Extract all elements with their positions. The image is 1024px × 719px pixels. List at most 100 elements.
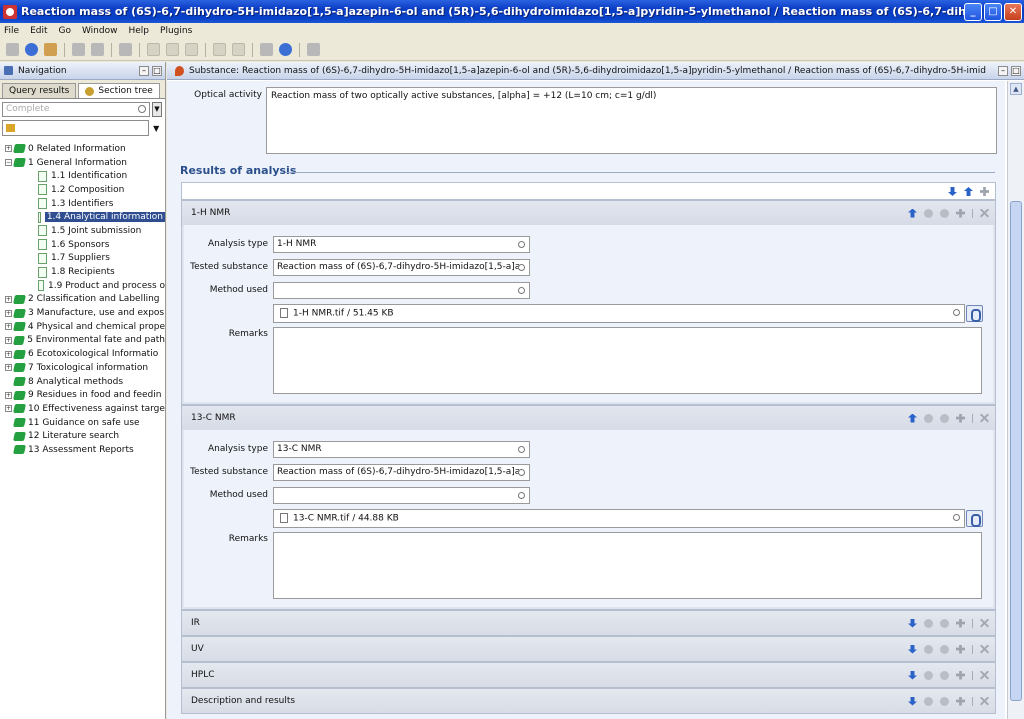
panel-description-and-results[interactable]: Description and results — [181, 688, 996, 714]
menu-window[interactable]: Window — [82, 26, 118, 36]
tree-item[interactable]: +7 Toxicological information — [0, 361, 165, 375]
tree-item[interactable]: +5 Environmental fate and path — [0, 334, 165, 348]
copy-icon[interactable] — [166, 43, 179, 56]
collapse-icon[interactable] — [908, 208, 917, 218]
maximize-panel-icon[interactable]: □ — [152, 65, 162, 76]
filter-dropdown-icon[interactable]: ▼ — [153, 124, 163, 133]
search-icon[interactable] — [518, 287, 525, 294]
remarks-field[interactable] — [273, 327, 982, 394]
expand-all-icon[interactable] — [948, 187, 957, 196]
expand-toggle-icon[interactable]: + — [5, 145, 12, 153]
save-icon[interactable] — [72, 43, 85, 56]
search-icon[interactable] — [518, 241, 525, 248]
search-dropdown-button[interactable]: ▼ — [152, 102, 162, 117]
tree-item[interactable]: +9 Residues in food and feedin — [0, 388, 165, 402]
document-icon[interactable] — [260, 43, 273, 56]
add-icon[interactable] — [956, 208, 965, 218]
menu-file[interactable]: File — [4, 26, 19, 36]
help-icon[interactable] — [279, 43, 292, 56]
tree-item[interactable]: 1.2 Composition — [0, 183, 165, 197]
tree-item[interactable]: 12 Literature search — [0, 429, 165, 443]
search-icon[interactable] — [518, 264, 525, 271]
move-down-icon[interactable] — [940, 670, 949, 680]
home-icon[interactable] — [44, 43, 57, 56]
tree-item[interactable]: +10 Effectiveness against targe — [0, 402, 165, 416]
tree-item[interactable]: +3 Manufacture, use and expos — [0, 306, 165, 320]
tree-item[interactable]: 8 Analytical methods — [0, 375, 165, 389]
attachment-field[interactable]: 1-H NMR.tif / 51.45 KB — [273, 304, 965, 323]
maximize-button[interactable]: □ — [984, 2, 1002, 21]
tree-item[interactable]: 1.8 Recipients — [0, 265, 165, 279]
move-up-icon[interactable] — [924, 413, 933, 423]
add-icon[interactable] — [956, 644, 965, 654]
tree-item[interactable]: − 1 General Information — [0, 156, 165, 170]
method-used-field[interactable] — [273, 487, 530, 504]
delete-icon[interactable] — [980, 670, 989, 680]
search-icon[interactable] — [953, 309, 960, 316]
maximize-editor-icon[interactable]: □ — [1011, 65, 1021, 76]
tree-item[interactable]: 1.5 Joint submission — [0, 224, 165, 238]
delete-icon[interactable] — [980, 696, 989, 706]
expand-toggle-icon[interactable]: + — [5, 350, 12, 358]
tree-item[interactable]: 1.3 Identifiers — [0, 197, 165, 211]
scrollbar-thumb[interactable] — [1010, 201, 1022, 701]
close-button[interactable]: ✕ — [1004, 2, 1022, 21]
expand-toggle-icon[interactable]: + — [5, 364, 12, 372]
search-icon[interactable] — [518, 492, 525, 499]
tree-item[interactable]: +4 Physical and chemical prope — [0, 320, 165, 334]
delete-icon[interactable] — [980, 618, 989, 628]
expand-toggle-icon[interactable]: + — [5, 336, 12, 344]
save-all-icon[interactable] — [91, 43, 104, 56]
redo-icon[interactable] — [232, 43, 245, 56]
expand-toggle-icon[interactable]: + — [5, 405, 12, 413]
panel-uv[interactable]: UV — [181, 636, 996, 662]
expand-toggle-icon[interactable]: + — [5, 323, 12, 331]
paste-icon[interactable] — [185, 43, 198, 56]
add-block-icon[interactable] — [980, 187, 989, 196]
search-icon[interactable] — [953, 514, 960, 521]
menu-go[interactable]: Go — [59, 26, 71, 36]
expand-toggle-icon[interactable]: + — [5, 309, 12, 317]
print-icon[interactable] — [119, 43, 132, 56]
move-up-icon[interactable] — [924, 670, 933, 680]
tree-item[interactable]: +6 Ecotoxicological Informatio — [0, 347, 165, 361]
tree-item[interactable]: 13 Assessment Reports — [0, 443, 165, 457]
expand-icon[interactable] — [908, 696, 917, 706]
add-icon[interactable] — [956, 618, 965, 628]
expand-icon[interactable] — [908, 644, 917, 654]
tree-item[interactable]: 1.9 Product and process o — [0, 279, 165, 293]
expand-toggle-icon[interactable]: + — [5, 391, 12, 399]
menu-help[interactable]: Help — [128, 26, 149, 36]
move-up-icon[interactable] — [924, 644, 933, 654]
tree-item[interactable]: 1.1 Identification — [0, 169, 165, 183]
search-icon[interactable] — [518, 446, 525, 453]
tree-item[interactable]: 1.7 Suppliers — [0, 252, 165, 266]
attach-file-button[interactable] — [966, 305, 983, 322]
minimize-panel-icon[interactable]: – — [139, 65, 149, 76]
search-icon[interactable] — [518, 469, 525, 476]
remarks-field[interactable] — [273, 532, 982, 599]
tab-section-tree[interactable]: Section tree — [78, 83, 160, 98]
move-down-icon[interactable] — [940, 413, 949, 423]
plugin-icon[interactable] — [307, 43, 320, 56]
tree-item[interactable]: 1.4 Analytical information — [0, 210, 165, 224]
delete-icon[interactable] — [980, 208, 989, 218]
delete-icon[interactable] — [980, 413, 989, 423]
minimize-editor-icon[interactable]: – — [998, 65, 1008, 76]
analysis-type-field[interactable]: 13-C NMR — [273, 441, 530, 458]
add-icon[interactable] — [956, 413, 965, 423]
attachment-field[interactable]: 13-C NMR.tif / 44.88 KB — [273, 509, 965, 528]
attach-file-button[interactable] — [966, 510, 983, 527]
expand-icon[interactable] — [908, 670, 917, 680]
filter-input[interactable] — [2, 120, 150, 136]
tested-substance-field[interactable]: Reaction mass of (6S)-6,7-dihydro-5H-imi… — [273, 259, 530, 276]
tested-substance-field[interactable]: Reaction mass of (6S)-6,7-dihydro-5H-imi… — [273, 464, 530, 481]
method-used-field[interactable] — [273, 282, 530, 299]
panel-hplc[interactable]: HPLC — [181, 662, 996, 688]
forward-icon[interactable] — [25, 43, 38, 56]
panel-ir[interactable]: IR — [181, 610, 996, 636]
delete-icon[interactable] — [980, 644, 989, 654]
tab-query-results[interactable]: Query results — [2, 83, 77, 98]
move-down-icon[interactable] — [940, 696, 949, 706]
scroll-up-icon[interactable]: ▲ — [1010, 83, 1022, 95]
